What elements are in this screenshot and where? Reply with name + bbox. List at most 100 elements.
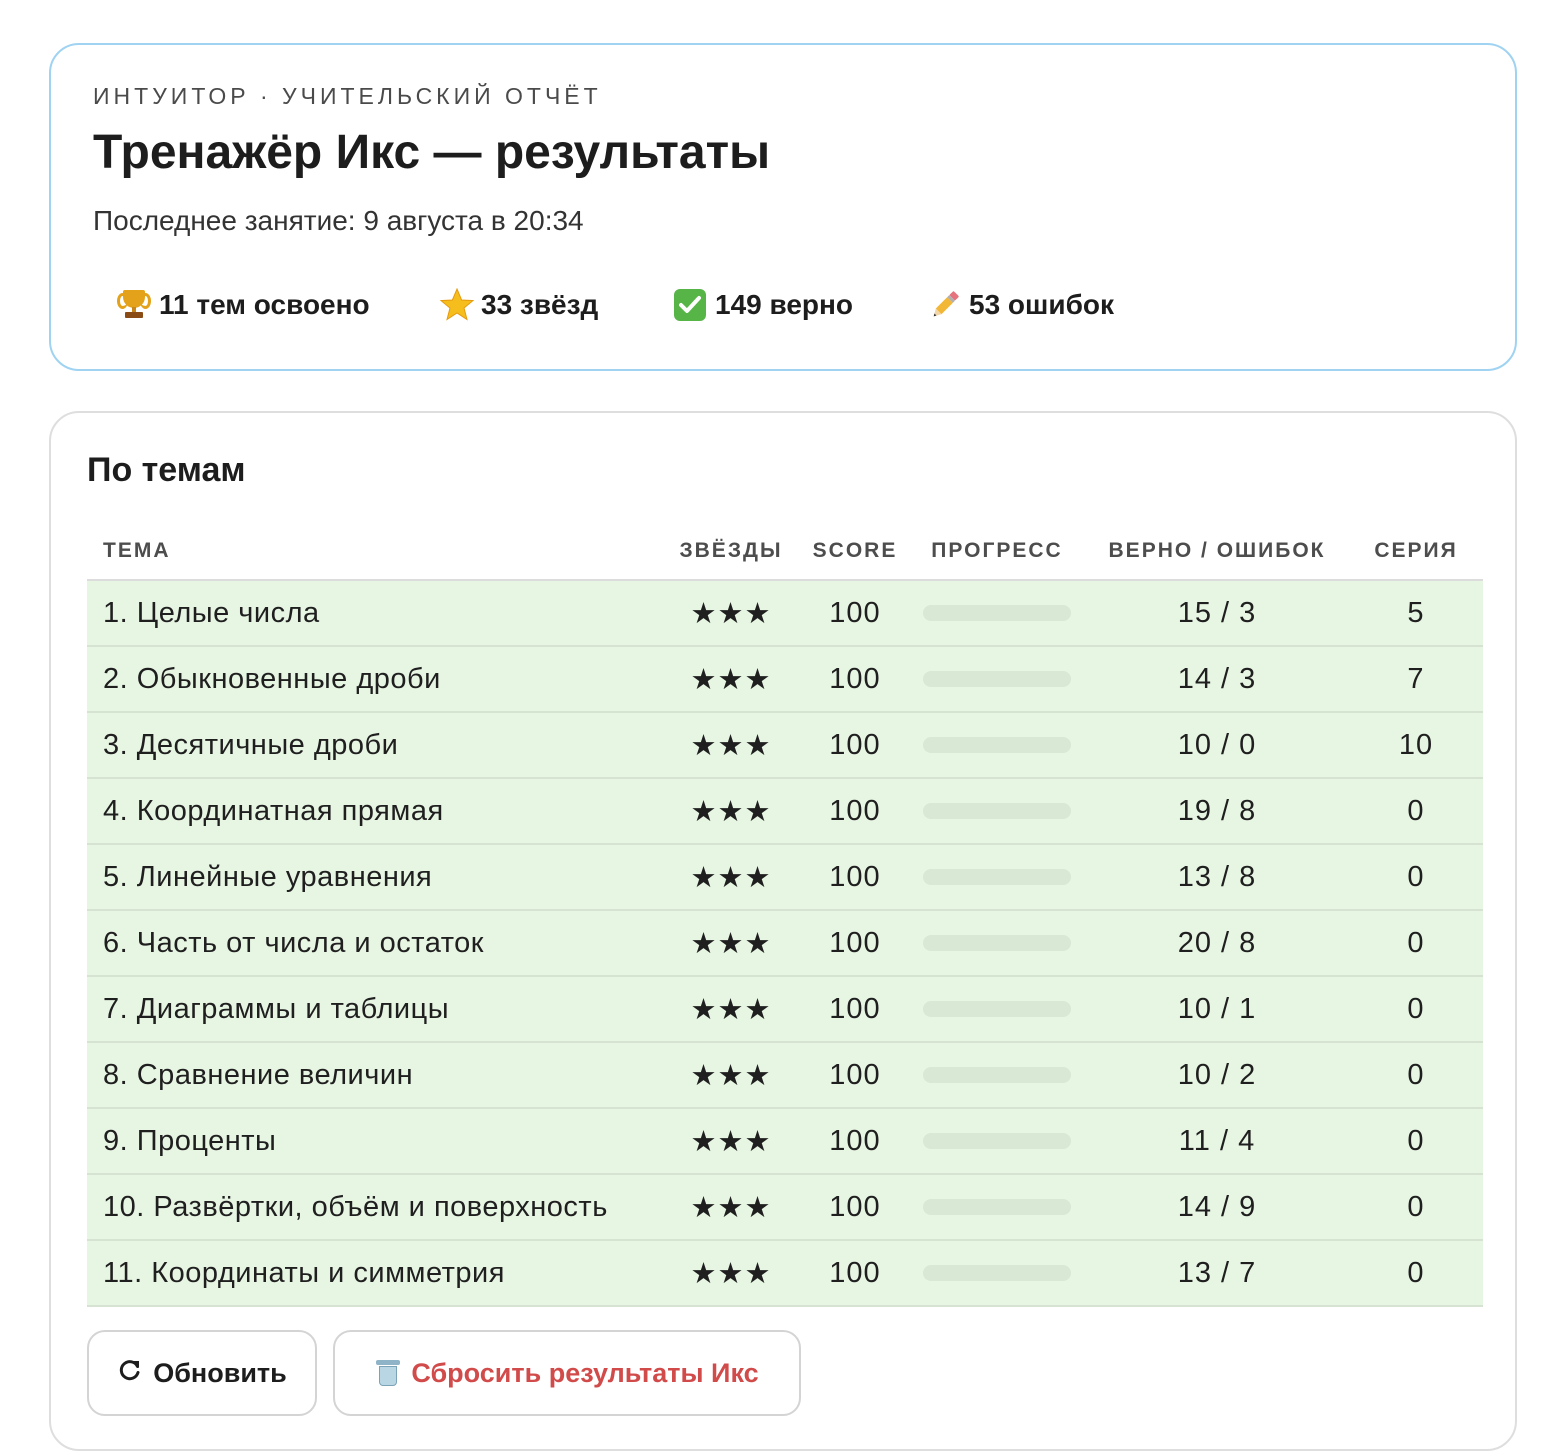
table-row: 11. Координаты и симметрия ★★★ 100 13 / … [87, 1240, 1483, 1307]
column-header-results[interactable]: ВЕРНО / ОШИБОК [1085, 523, 1349, 581]
progress-cell [909, 976, 1085, 1043]
stat-label: 33 звёзд [481, 289, 599, 320]
column-header-topic[interactable]: ТЕМА [87, 523, 661, 581]
stars-rating: ★★★ [661, 1240, 801, 1307]
stat-topics-mastered: 11 тем освоено [117, 287, 370, 323]
progress-bar [923, 1199, 1071, 1215]
streak-value: 0 [1349, 1042, 1483, 1109]
stat-label: 11 тем освоено [159, 289, 370, 320]
reset-button-label: Сбросить результаты Икс [411, 1357, 759, 1388]
streak-value: 0 [1349, 910, 1483, 977]
correct-mistakes-value: 10 / 2 [1085, 1042, 1349, 1109]
column-header-progress[interactable]: ПРОГРЕСС [909, 523, 1085, 581]
topic-name: 7. Диаграммы и таблицы [87, 976, 661, 1043]
progress-cell [909, 844, 1085, 911]
table-row: 9. Проценты ★★★ 100 11 / 4 0 [87, 1108, 1483, 1175]
topic-name: 8. Сравнение величин [87, 1042, 661, 1109]
stars-rating: ★★★ [661, 1042, 801, 1109]
score-value: 100 [801, 580, 909, 647]
score-value: 100 [801, 712, 909, 779]
topic-name: 6. Часть от числа и остаток [87, 910, 661, 977]
last-session-text: Последнее занятие: 9 августа в 20:34 [93, 205, 584, 236]
correct-mistakes-value: 15 / 3 [1085, 580, 1349, 647]
correct-mistakes-value: 19 / 8 [1085, 778, 1349, 845]
progress-cell [909, 1108, 1085, 1175]
topic-name: 2. Обыкновенные дроби [87, 646, 661, 713]
stars-rating: ★★★ [661, 778, 801, 845]
stars-rating: ★★★ [661, 712, 801, 779]
stat-label: 149 верно [715, 289, 854, 320]
topics-table: ТЕМА ЗВЁЗДЫ SCORE ПРОГРЕСС ВЕРНО / ОШИБО… [87, 523, 1483, 1307]
score-value: 100 [801, 778, 909, 845]
score-value: 100 [801, 646, 909, 713]
stars-rating: ★★★ [661, 646, 801, 713]
table-row: 6. Часть от числа и остаток ★★★ 100 20 /… [87, 910, 1483, 977]
streak-value: 0 [1349, 1174, 1483, 1241]
stat-label: 53 ошибок [969, 289, 1114, 320]
progress-cell [909, 580, 1085, 647]
topic-name: 11. Координаты и симметрия [87, 1240, 661, 1307]
topic-name: 3. Десятичные дроби [87, 712, 661, 779]
score-value: 100 [801, 1108, 909, 1175]
refresh-button[interactable]: Обновить [87, 1330, 317, 1416]
correct-mistakes-value: 10 / 0 [1085, 712, 1349, 779]
score-value: 100 [801, 1042, 909, 1109]
column-header-streak[interactable]: СЕРИЯ [1349, 523, 1483, 581]
progress-cell [909, 910, 1085, 977]
progress-bar [923, 1133, 1071, 1149]
correct-mistakes-value: 20 / 8 [1085, 910, 1349, 977]
progress-bar [923, 1265, 1071, 1281]
stars-rating: ★★★ [661, 1174, 801, 1241]
table-row: 7. Диаграммы и таблицы ★★★ 100 10 / 1 0 [87, 976, 1483, 1043]
correct-mistakes-value: 14 / 9 [1085, 1174, 1349, 1241]
reset-results-button[interactable]: Сбросить результаты Икс [333, 1330, 801, 1416]
stat-stars: 33 звёзд [439, 287, 598, 323]
progress-bar [923, 803, 1071, 819]
topic-name: 1. Целые числа [87, 580, 661, 647]
correct-mistakes-value: 14 / 3 [1085, 646, 1349, 713]
page-title: Тренажёр Икс — результаты [93, 126, 771, 179]
column-header-stars[interactable]: ЗВЁЗДЫ [661, 523, 801, 581]
progress-cell [909, 1174, 1085, 1241]
section-title: По темам [87, 451, 246, 489]
streak-value: 0 [1349, 844, 1483, 911]
trash-icon [375, 1358, 401, 1388]
star-icon [439, 287, 475, 323]
correct-mistakes-value: 11 / 4 [1085, 1108, 1349, 1175]
check-icon [673, 287, 709, 323]
report-header-card: ИНТУИТОР · УЧИТЕЛЬСКИЙ ОТЧЁТ Тренажёр Ик… [49, 43, 1517, 371]
stat-correct: 149 верно [673, 287, 853, 323]
report-kicker: ИНТУИТОР · УЧИТЕЛЬСКИЙ ОТЧЁТ [93, 83, 602, 109]
table-row: 10. Развёртки, объём и поверхность ★★★ 1… [87, 1174, 1483, 1241]
topic-name: 9. Проценты [87, 1108, 661, 1175]
refresh-button-label: Обновить [153, 1357, 287, 1388]
streak-value: 0 [1349, 778, 1483, 845]
topics-card: По темам ТЕМА ЗВЁЗДЫ SCORE ПРОГРЕСС ВЕРН… [49, 411, 1517, 1451]
column-header-score[interactable]: SCORE [801, 523, 909, 581]
progress-bar [923, 935, 1071, 951]
topic-name: 5. Линейные уравнения [87, 844, 661, 911]
progress-cell [909, 1042, 1085, 1109]
streak-value: 10 [1349, 712, 1483, 779]
table-row: 8. Сравнение величин ★★★ 100 10 / 2 0 [87, 1042, 1483, 1109]
score-value: 100 [801, 1174, 909, 1241]
stars-rating: ★★★ [661, 844, 801, 911]
stars-rating: ★★★ [661, 1108, 801, 1175]
table-row: 5. Линейные уравнения ★★★ 100 13 / 8 0 [87, 844, 1483, 911]
refresh-icon [117, 1357, 143, 1390]
progress-bar [923, 605, 1071, 621]
streak-value: 0 [1349, 1240, 1483, 1307]
table-row: 3. Десятичные дроби ★★★ 100 10 / 0 10 [87, 712, 1483, 779]
table-row: 4. Координатная прямая ★★★ 100 19 / 8 0 [87, 778, 1483, 845]
table-header-row: ТЕМА ЗВЁЗДЫ SCORE ПРОГРЕСС ВЕРНО / ОШИБО… [87, 523, 1483, 581]
correct-mistakes-value: 10 / 1 [1085, 976, 1349, 1043]
streak-value: 0 [1349, 1108, 1483, 1175]
correct-mistakes-value: 13 / 8 [1085, 844, 1349, 911]
streak-value: 5 [1349, 580, 1483, 647]
pencil-icon [927, 287, 963, 323]
table-row: 2. Обыкновенные дроби ★★★ 100 14 / 3 7 [87, 646, 1483, 713]
correct-mistakes-value: 13 / 7 [1085, 1240, 1349, 1307]
progress-bar [923, 1001, 1071, 1017]
trophy-icon [117, 287, 153, 323]
streak-value: 7 [1349, 646, 1483, 713]
